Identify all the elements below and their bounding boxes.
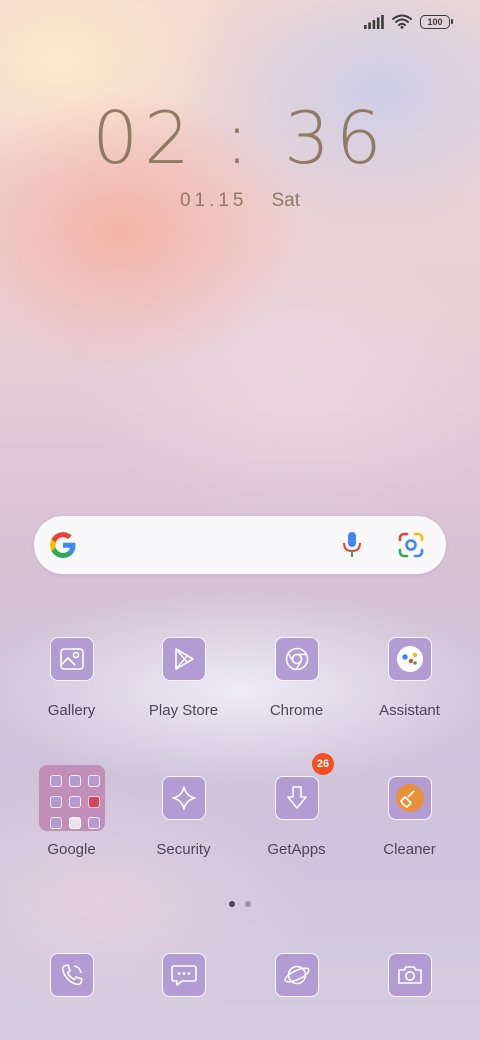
browser-icon[interactable]	[274, 953, 319, 997]
camera-icon[interactable]	[387, 953, 432, 997]
status-bar: 100	[364, 14, 453, 29]
folder-app-icon	[49, 775, 62, 787]
cleaner-icon[interactable]	[387, 776, 432, 820]
wifi-icon	[392, 14, 412, 29]
app-label: Assistant	[379, 702, 440, 719]
weekday-text: Sat	[271, 190, 301, 211]
google-search-bar[interactable]	[34, 516, 446, 574]
dock-messages[interactable]	[127, 953, 240, 997]
folder-app-icon	[49, 796, 62, 808]
folder-app-icon	[87, 796, 100, 808]
page-dot[interactable]	[245, 901, 251, 907]
battery-indicator: 100	[420, 14, 453, 29]
signal-icon	[364, 14, 384, 29]
clock-time[interactable]: 02 : 36	[0, 98, 480, 178]
app-label: GetApps	[267, 841, 326, 858]
app-cleaner[interactable]: Cleaner	[353, 776, 466, 858]
phone-icon[interactable]	[49, 953, 94, 997]
app-label: Google	[47, 841, 96, 858]
app-chrome[interactable]: Chrome	[240, 637, 353, 719]
app-label: Gallery	[47, 702, 96, 719]
dock-phone[interactable]	[15, 953, 128, 997]
folder-icon[interactable]	[38, 765, 105, 831]
security-icon[interactable]	[161, 776, 206, 820]
page-indicator	[0, 901, 480, 907]
app-play-store[interactable]: Play Store	[127, 637, 240, 719]
folder-app-icon	[68, 796, 81, 808]
folder-app-icon	[68, 817, 81, 829]
app-label: Chrome	[269, 702, 324, 719]
lens-icon[interactable]	[398, 532, 424, 558]
folder-app-icon	[49, 817, 62, 829]
folder-app-icon	[87, 775, 100, 787]
app-getapps[interactable]: 26 GetApps	[240, 753, 353, 858]
date-text: 01.15	[179, 190, 248, 211]
app-gallery[interactable]: Gallery	[15, 637, 128, 719]
folder-app-icon	[87, 817, 100, 829]
app-label: Security	[156, 841, 211, 858]
folder-google[interactable]: Google	[15, 765, 128, 858]
mic-icon[interactable]	[340, 531, 364, 559]
date-row: 01.15 Sat	[0, 190, 480, 212]
messages-icon[interactable]	[161, 953, 206, 997]
google-g-icon	[50, 532, 76, 558]
app-label: Play Store	[148, 702, 219, 719]
dock-camera[interactable]	[353, 953, 466, 997]
page-dot-active[interactable]	[229, 901, 235, 907]
app-label: Cleaner	[383, 841, 436, 858]
getapps-icon[interactable]	[274, 776, 319, 820]
app-assistant[interactable]: Assistant	[353, 637, 466, 719]
notification-badge: 26	[312, 753, 334, 775]
folder-app-icon	[68, 775, 81, 787]
chrome-icon[interactable]	[274, 637, 319, 681]
dock-browser[interactable]	[240, 953, 353, 997]
assistant-icon[interactable]	[387, 637, 432, 681]
app-security[interactable]: Security	[127, 776, 240, 858]
gallery-icon[interactable]	[49, 637, 94, 681]
play-store-icon[interactable]	[161, 637, 206, 681]
